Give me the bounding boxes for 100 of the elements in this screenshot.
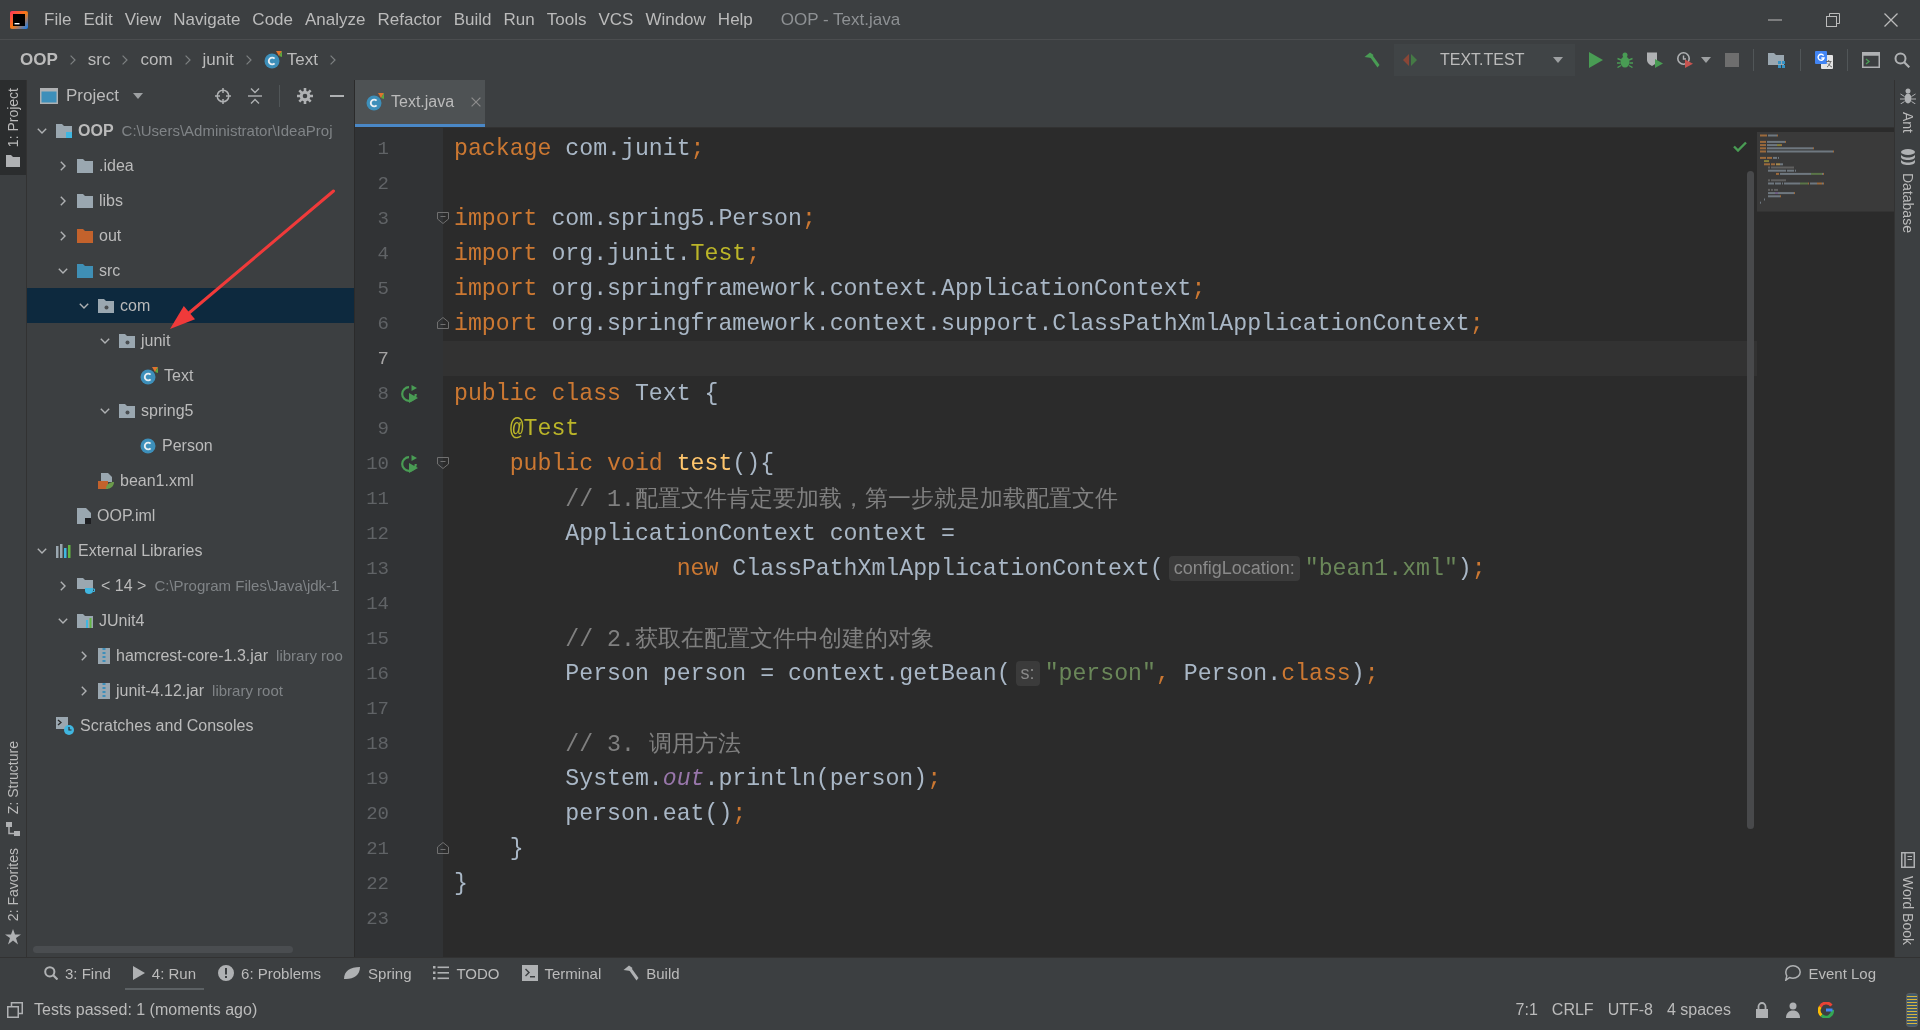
tool-window-button[interactable]: 3: Find	[36, 958, 119, 990]
menu-item[interactable]: Code	[246, 7, 299, 32]
menu-item[interactable]: Edit	[77, 7, 119, 32]
chevron-icon[interactable]	[81, 685, 87, 696]
scrollbar[interactable]	[1747, 171, 1754, 829]
menu-item[interactable]: Window	[639, 7, 712, 32]
tree-item[interactable]: spring5	[27, 393, 354, 428]
tool-window-button[interactable]: 6: Problems	[210, 958, 330, 990]
chevron-icon[interactable]	[100, 337, 110, 344]
tool-window-button[interactable]: Spring	[335, 958, 420, 990]
editor-tab[interactable]: Text.java	[355, 80, 485, 127]
tool-windows-icon[interactable]	[7, 1002, 23, 1018]
collapse-icon[interactable]	[248, 88, 262, 104]
tree-item[interactable]: out	[27, 218, 354, 253]
person-icon[interactable]	[1786, 1002, 1800, 1018]
caret-icon[interactable]	[1701, 57, 1711, 63]
breadcrumb[interactable]: com	[134, 48, 179, 72]
crosshair-icon[interactable]	[215, 88, 231, 104]
tool-window-button[interactable]: Build	[615, 958, 688, 990]
breadcrumb[interactable]: junit	[196, 48, 240, 72]
breadcrumb[interactable]: src	[81, 48, 117, 72]
tool-window-button[interactable]: TODO	[425, 958, 508, 990]
chevron-icon[interactable]	[79, 302, 89, 309]
tool-window-button[interactable]: 2: Favorites	[0, 839, 26, 949]
window-icon[interactable]	[1862, 52, 1880, 68]
ring-icon[interactable]	[1818, 1002, 1834, 1018]
chevron-icon[interactable]	[100, 407, 110, 414]
run-test-icon[interactable]	[400, 384, 418, 403]
tree-item[interactable]: Person	[27, 428, 354, 463]
tool-window-button[interactable]: Ant	[1895, 80, 1920, 141]
menu-item[interactable]: Tools	[540, 7, 593, 32]
menu-item[interactable]: Help	[711, 7, 759, 32]
close-icon[interactable]	[1884, 12, 1898, 27]
tree-item[interactable]: Text	[27, 358, 354, 393]
breadcrumb[interactable]: Text	[257, 48, 324, 72]
restore-icon[interactable]	[1826, 12, 1840, 27]
lock-icon[interactable]	[1756, 1002, 1768, 1018]
status-bar-item[interactable]: CRLF	[1544, 999, 1601, 1021]
hammer-icon[interactable]	[1364, 52, 1380, 68]
translate-icon[interactable]	[1815, 51, 1833, 69]
menu-item[interactable]: Run	[497, 7, 541, 32]
chevron-icon[interactable]	[60, 195, 66, 206]
view-dropdown[interactable]: Project	[40, 86, 143, 106]
fold-icon[interactable]	[437, 457, 449, 469]
tree-item[interactable]: junit	[27, 323, 354, 358]
tree-item[interactable]: OOP.iml	[27, 498, 354, 533]
run-test-icon[interactable]	[400, 454, 418, 473]
chevron-icon[interactable]	[37, 547, 47, 554]
tool-window-button[interactable]: 1: Project	[0, 80, 26, 176]
memory-indicator[interactable]	[1906, 993, 1918, 1027]
tool-window-button[interactable]: Database	[1895, 141, 1920, 241]
menu-item[interactable]: Refactor	[371, 7, 448, 32]
search-icon[interactable]	[1894, 52, 1910, 68]
tree-item[interactable]: com	[27, 288, 354, 323]
clock-play-icon[interactable]	[1677, 52, 1693, 68]
tool-window-button[interactable]: Event Log	[1777, 958, 1884, 990]
chevron-icon[interactable]	[60, 160, 66, 171]
status-bar-item[interactable]: 7:1	[1508, 999, 1545, 1021]
minimize-icon[interactable]	[1768, 18, 1782, 21]
tree-item[interactable]: OOP C:\Users\Administrator\IdeaProj	[27, 113, 354, 148]
settings-icon[interactable]	[297, 88, 313, 104]
menu-item[interactable]: View	[118, 7, 168, 32]
status-bar-item[interactable]: 4 spaces	[1659, 999, 1738, 1021]
tree-item[interactable]: hamcrest-core-1.3.jar library roo	[27, 638, 354, 673]
tool-window-button[interactable]: Terminal	[513, 958, 610, 990]
folder-grid-icon[interactable]	[1768, 52, 1786, 68]
tool-window-button[interactable]: Z: Structure	[0, 732, 26, 840]
chevron-icon[interactable]	[37, 127, 47, 134]
chevron-icon[interactable]	[60, 580, 66, 591]
chevron-icon[interactable]	[60, 230, 66, 241]
tree-item[interactable]: junit-4.12.jar library root	[27, 673, 354, 708]
run-icon[interactable]	[1589, 52, 1603, 68]
xml-file-icon	[98, 472, 114, 489]
tree-item[interactable]: JUnit4	[27, 603, 354, 638]
tool-window-button[interactable]: Word Book	[1895, 844, 1920, 949]
tree-item[interactable]: bean1.xml	[27, 463, 354, 498]
tree-item[interactable]: .idea	[27, 148, 354, 183]
shield-play-icon[interactable]	[1647, 52, 1663, 68]
chevron-icon[interactable]	[58, 267, 68, 274]
fold-icon[interactable]	[437, 317, 449, 329]
run-config-dropdown[interactable]: TEXT.TEST	[1394, 44, 1575, 76]
status-bar-item[interactable]: UTF-8	[1600, 999, 1660, 1021]
bug-icon[interactable]	[1617, 52, 1633, 68]
menu-item[interactable]: File	[38, 7, 78, 32]
fold-icon[interactable]	[437, 842, 449, 854]
tree-item[interactable]: libs	[27, 183, 354, 218]
chevron-icon[interactable]	[81, 650, 87, 661]
chevron-icon[interactable]	[58, 617, 68, 624]
breadcrumb[interactable]: OOP	[14, 48, 64, 72]
fold-icon[interactable]	[437, 212, 449, 224]
code-text: package com.junit;	[454, 135, 705, 162]
menu-item[interactable]: Build	[447, 7, 498, 32]
menu-item[interactable]: VCS	[592, 7, 640, 32]
tree-item[interactable]: < 14 > C:\Program Files\Java\jdk-1	[27, 568, 354, 603]
tree-item[interactable]: External Libraries	[27, 533, 354, 568]
menu-item[interactable]: Analyze	[299, 7, 372, 32]
menu-item[interactable]: Navigate	[167, 7, 247, 32]
tree-item[interactable]: src	[27, 253, 354, 288]
tree-item[interactable]: Scratches and Consoles	[27, 708, 354, 743]
app-logo-icon[interactable]	[10, 10, 28, 29]
